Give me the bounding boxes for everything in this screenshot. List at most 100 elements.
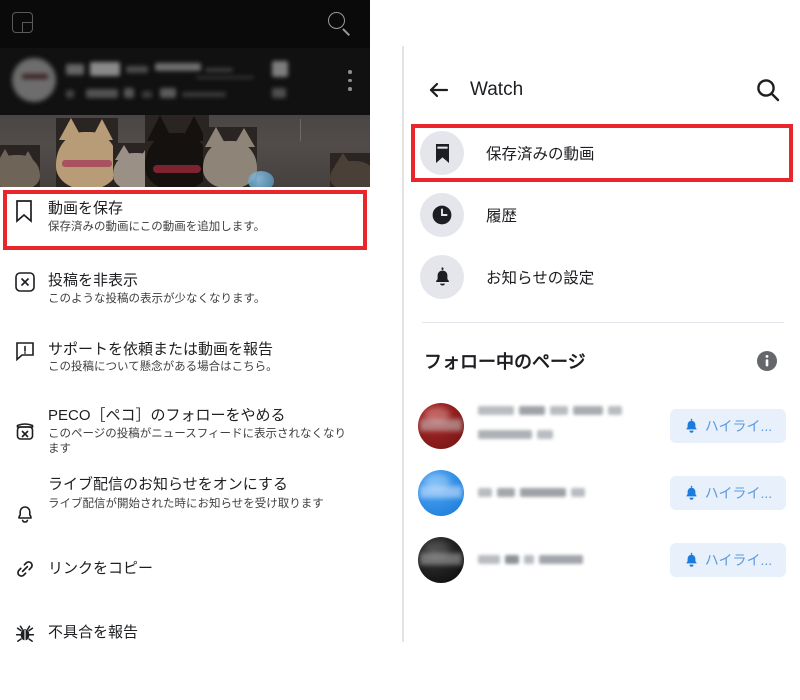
watch-item-history[interactable]: 履歴 [404,184,800,246]
post-header [0,48,370,115]
highlight-button[interactable]: ハイライ... [670,408,786,443]
screenshot-root: 動画を保存 保存済みの動画にこの動画を追加します。 投稿を非表示 このような投稿… [0,0,800,700]
highlight-button[interactable]: ハイライ... [670,542,786,577]
highlight-button-label: ハイライ... [704,484,773,501]
bug-icon [14,622,48,644]
unfollow-icon [14,406,48,442]
menu-item-unfollow-page[interactable]: PECO［ペコ］のフォローをやめる このページの投稿がニュースフィードに表示され… [0,392,370,466]
photo-decor [300,119,301,141]
watch-item-label: お知らせの設定 [486,270,595,287]
app-top-bar [0,0,370,48]
redacted-text [182,92,226,97]
menu-item-text: サポートを依頼または動画を報告 この投稿について懸念がある場合はこちら。 [48,340,356,376]
menu-item-hide-post[interactable]: 投稿を非表示 このような投稿の表示が少なくなります。 [0,249,370,323]
watch-item-notification-settings[interactable]: お知らせの設定 [404,246,800,308]
search-icon-ring [328,12,345,29]
menu-item-live-notifications[interactable]: ライブ配信のお知らせをオンにする ライブ配信が開始された時にお知らせを受け取りま… [0,466,370,536]
bell-icon [14,474,48,526]
redacted-text [124,88,134,98]
panel-collapse-icon[interactable] [12,12,36,36]
redacted-text [90,62,120,76]
watch-header: Watch [404,62,800,118]
watch-item-saved-videos[interactable]: 保存済みの動画 [404,122,800,184]
toy-ball [248,171,274,187]
panel-icon-inner [22,22,33,33]
menu-item-copy-link[interactable]: リンクをコピー [0,536,370,600]
page-name-redacted [478,551,670,569]
report-icon [14,340,48,362]
menu-item-title: 投稿を非表示 [48,272,139,290]
menu-item-report-video[interactable]: サポートを依頼または動画を報告 この投稿について懸念がある場合はこちら。 [0,324,370,392]
redacted-text [66,64,84,75]
hide-post-icon [14,271,48,293]
menu-item-text: リンクをコピー [48,559,356,579]
section-header-following-pages: フォロー中のページ [404,338,800,384]
back-arrow-icon[interactable] [426,77,452,103]
page-list-item[interactable]: ハイライ... [404,459,800,526]
cat-6 [330,153,370,187]
cat-2 [56,118,118,187]
menu-item-subtitle: このような投稿の表示が少なくなります。 [48,293,266,306]
bookmark-icon [420,131,464,175]
menu-item-save-video[interactable]: 動画を保存 保存済みの動画にこの動画を追加します。 [0,187,370,249]
redacted-text [86,89,118,98]
bell-icon [420,255,464,299]
redacted-text [126,66,148,73]
menu-item-subtitle: 保存済みの動画にこの動画を追加します。 [48,220,266,233]
watch-item-label: 保存済みの動画 [486,146,595,163]
menu-item-text: 動画を保存 保存済みの動画にこの動画を追加します。 [48,199,356,235]
menu-item-report-bug[interactable]: 不具合を報告 [0,600,370,652]
page-title: Watch [470,79,524,100]
redacted-text [205,68,233,72]
menu-item-text: ライブ配信のお知らせをオンにする ライブ配信が開始された時にお知らせを受け取りま… [48,474,356,513]
menu-item-text: PECO［ペコ］のフォローをやめる このページの投稿がニュースフィードに表示され… [48,406,356,458]
redacted-text [155,63,201,71]
clock-icon [420,193,464,237]
section-title: フォロー中のページ [424,352,586,372]
menu-item-title: PECO［ペコ］のフォローをやめる [48,406,286,424]
redacted-text [160,88,176,98]
redacted-text [272,88,286,98]
avatar[interactable] [418,402,464,449]
avatar[interactable] [12,58,56,102]
section-separator [422,322,784,323]
cat-1 [0,145,40,187]
menu-item-title: リンクをコピー [48,559,154,577]
post-options-menu: 動画を保存 保存済みの動画にこの動画を追加します。 投稿を非表示 このような投稿… [0,187,370,652]
menu-item-title: 不具合を報告 [48,623,139,641]
right-panel-watch: Watch 保存済みの動画 履歴 お知らせの設定 フォロー中のページ ハイライ.… [404,0,800,700]
bell-icon [686,418,697,433]
left-panel-post-options: 動画を保存 保存済みの動画にこの動画を追加します。 投稿を非表示 このような投稿… [0,0,370,700]
bell-icon [686,485,697,500]
search-icon[interactable] [326,10,354,38]
bookmark-icon [14,199,48,223]
menu-item-subtitle: このページの投稿がニュースフィードに表示されなくなります [48,427,346,456]
watch-menu-list: 保存済みの動画 履歴 お知らせの設定 [404,122,800,308]
link-icon [14,558,48,580]
avatar[interactable] [418,469,464,516]
menu-item-text: 投稿を非表示 このような投稿の表示が少なくなります。 [48,271,356,307]
post-image-cats[interactable] [0,115,370,187]
redacted-text [272,61,288,77]
cat-4 [145,115,209,187]
highlight-button[interactable]: ハイライ... [670,475,786,510]
watch-item-label: 履歴 [486,208,518,225]
avatar[interactable] [418,536,464,583]
info-icon[interactable] [756,350,778,372]
highlight-button-label: ハイライ... [704,551,773,568]
bell-icon [686,552,697,567]
redacted-text [196,76,254,79]
redacted-text [142,91,152,98]
search-icon[interactable] [754,76,782,104]
page-name-redacted [478,402,670,450]
menu-item-text: 不具合を報告 [48,623,356,643]
following-pages-list: ハイライ... ハイライ... ハイライ... [404,392,800,593]
page-list-item[interactable]: ハイライ... [404,526,800,593]
menu-item-title: サポートを依頼または動画を報告 [48,340,274,358]
kebab-menu-icon[interactable] [348,70,352,92]
menu-item-title: ライブ配信のお知らせをオンにする [48,475,288,493]
page-list-item[interactable]: ハイライ... [404,392,800,459]
redacted-text [66,90,74,98]
menu-item-subtitle: ライブ配信が開始された時にお知らせを受け取ります [48,497,324,510]
search-icon-handle [342,28,350,36]
